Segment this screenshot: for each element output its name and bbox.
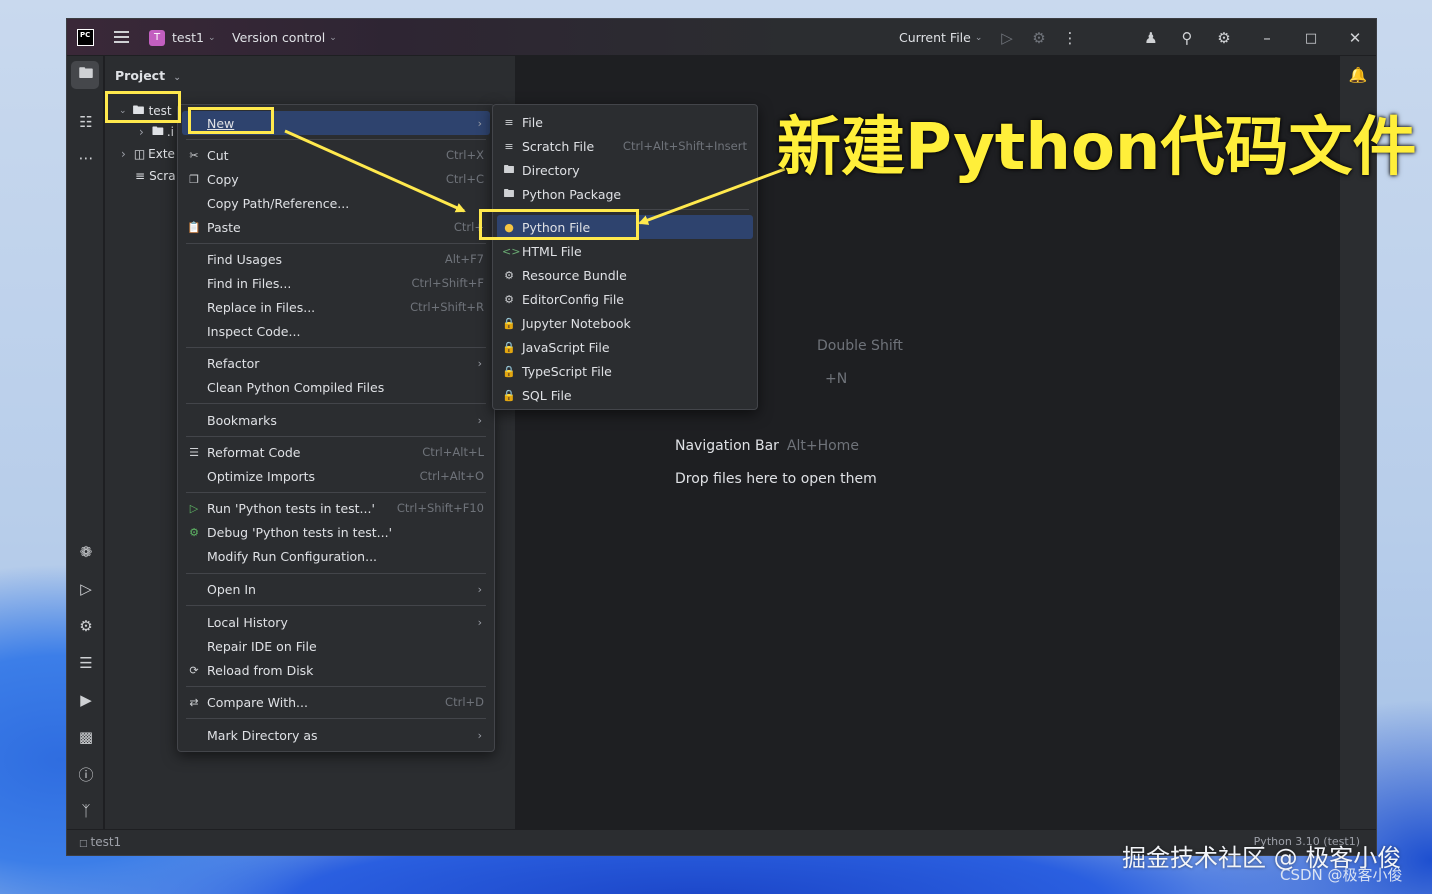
arrow-title-to-python-file <box>638 167 786 225</box>
watermark-csdn: CSDN @极客小俊 <box>1280 866 1403 884</box>
arrow-new-to-python-file <box>284 129 466 213</box>
annotation-title: 新建Python代码文件 <box>777 111 1417 185</box>
